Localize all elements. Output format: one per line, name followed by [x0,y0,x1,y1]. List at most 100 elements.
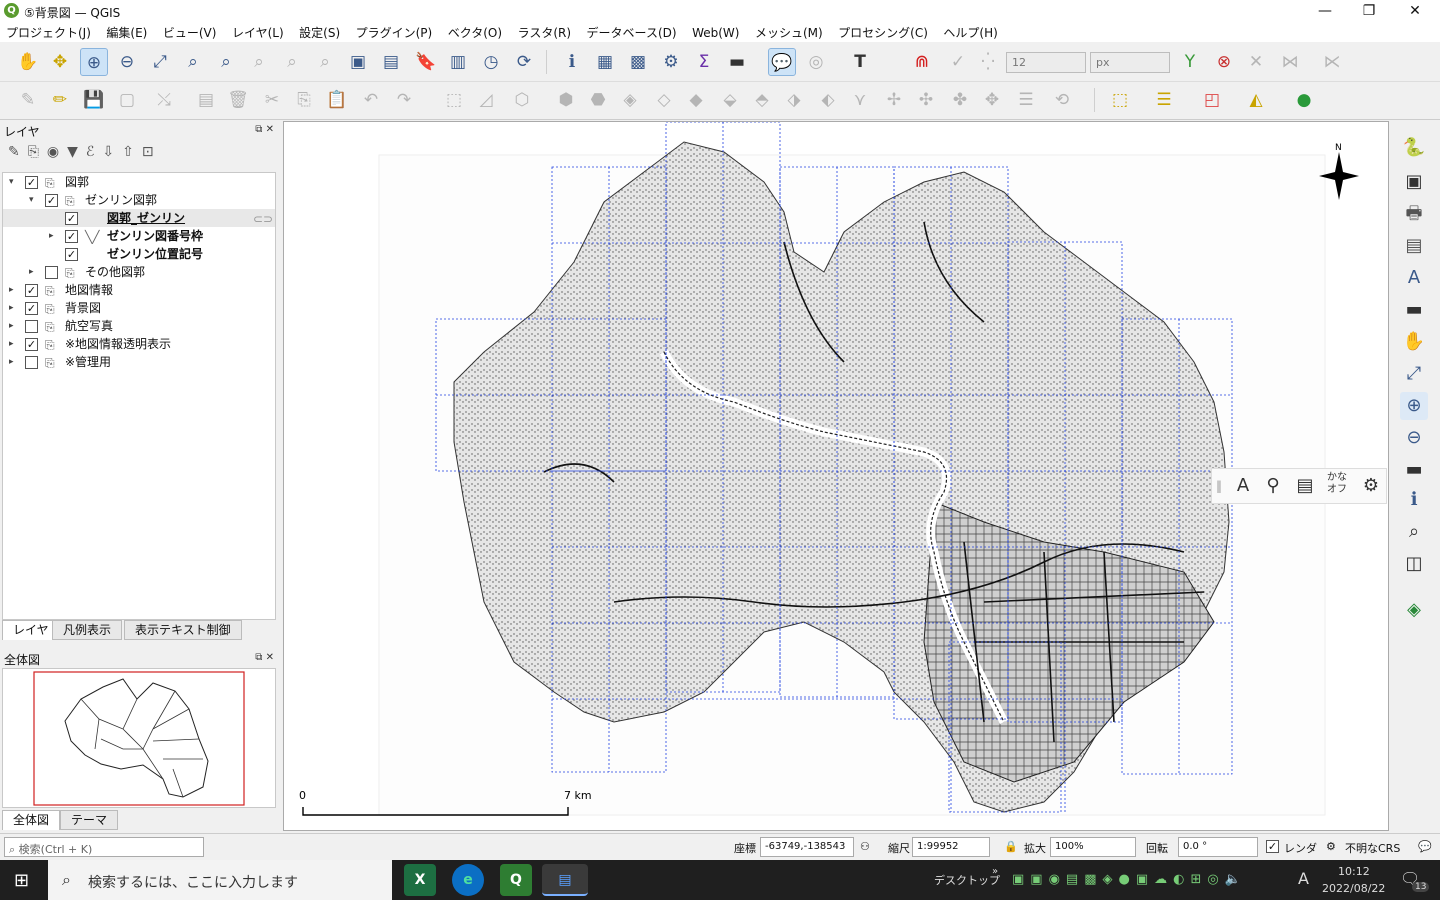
snapping-mode-icon[interactable]: ⁛ [974,48,1002,76]
label-text-tool[interactable]: T [846,48,874,76]
merge-features-icon[interactable]: ⬖ [814,86,842,114]
text-annotation-icon[interactable]: A [1230,473,1256,499]
symbol-size-spinbox[interactable]: 12 [1006,52,1086,73]
pan-hand-icon[interactable]: ✋ [14,48,42,76]
toggle-editing-icon[interactable]: ✏ [46,86,74,114]
menu-layer[interactable]: レイヤ(L) [226,22,290,43]
topological-editing-icon[interactable]: ✓ [944,48,972,76]
menu-vector[interactable]: ベクタ(O) [442,22,508,43]
save-edits-icon[interactable]: 💾 [80,86,108,114]
edit-annotation-icon[interactable]: ▤ [1292,473,1318,499]
ime-indicator[interactable]: A [1298,869,1309,888]
print-layout-icon[interactable]: ▤ [1400,232,1428,260]
menu-database[interactable]: データベース(D) [581,22,683,43]
snapping-magnet-icon[interactable]: ⋒ [908,48,936,76]
active-window-icon[interactable]: ▤ [542,864,588,896]
layer-tree[interactable]: ▾ ✓ ⎘ 図郭 ▾ ✓ ⎘ ゼンリン図郭 ✓ 図郭_ゼンリン ⊂⊃ ▸ ✓ ╲… [2,172,276,620]
clock-time[interactable]: 10:12 [1338,865,1370,878]
layer-checkbox[interactable] [25,356,38,369]
scale-combo[interactable]: 1:99952 [912,837,990,857]
tray-app-icons[interactable]: ▣▣◉▤▩◈●▣☁◐⊞◎🔈 [1012,872,1247,887]
collapse-arrow-icon[interactable]: ▾ [9,173,19,191]
menu-edit[interactable]: 編集(E) [100,22,153,43]
expand-arrow-icon[interactable]: ▸ [9,281,19,299]
messages-icon[interactable]: 💬 [1418,840,1432,853]
collapse-arrow-icon[interactable]: ▾ [29,191,39,209]
layer-item[interactable]: ▸ ⎘ 航空写真 [3,317,275,335]
layer-checkbox[interactable]: ✓ [25,284,38,297]
desktop-label[interactable]: デスクトップ [934,872,1000,888]
vertex-tool-icon[interactable]: ⤯ [150,86,178,114]
menu-web[interactable]: Web(W) [686,24,745,42]
measure-line-icon[interactable]: ▬ [723,48,751,76]
layer-checkbox[interactable]: ✓ [65,230,78,243]
undo-icon[interactable]: ↶ [357,86,385,114]
restore-button[interactable]: ❐ [1346,0,1392,22]
layer-item[interactable]: ▸ ✓ ╲╱ ゼンリン図番号枠 [3,227,275,245]
merge-attributes-icon[interactable]: ⋎ [846,86,874,114]
layer-checkbox[interactable]: ✓ [45,194,58,207]
magnifier-spinbox[interactable]: 100% [1050,837,1136,857]
zoom-out-icon[interactable]: ⊖ [113,48,141,76]
windows-start-icon[interactable]: ⊞ [14,870,29,891]
field-calculator-icon[interactable]: ▩ [624,48,652,76]
modify-attributes-icon[interactable]: ▤ [192,86,220,114]
zoom-last-icon[interactable]: ⌕ [278,48,306,76]
layer-item[interactable]: ▾ ✓ ⎘ ゼンリン図郭 [3,191,275,209]
expand-arrow-icon[interactable]: ▸ [49,227,59,245]
cut-features-icon[interactable]: ✂ [258,86,286,114]
menu-view[interactable]: ビュー(V) [157,22,223,43]
menu-plugins[interactable]: プラグイン(P) [350,22,439,43]
statistical-summary-icon[interactable]: Σ [690,48,718,76]
current-edits-icon[interactable]: ✎ [14,86,42,114]
add-ring-icon[interactable]: ◿ [472,86,500,114]
tab-label-control[interactable]: 表示テキスト制御 [124,620,242,640]
search-feature-icon[interactable]: ⌕ [1400,518,1428,546]
tab-overview[interactable]: 全体図 [2,810,61,830]
identify-right-icon[interactable]: ℹ [1400,486,1428,514]
tab-legend[interactable]: 凡例表示 [52,620,123,640]
delete-part-icon[interactable]: ◈ [616,86,644,114]
edge-app-icon[interactable]: e [452,864,484,896]
layer-checkbox[interactable]: ✓ [25,302,38,315]
menu-raster[interactable]: ラスタ(R) [512,22,577,43]
snapping-options-icon[interactable]: ⋈ [1276,48,1304,76]
kana-toggle-button[interactable]: かな オフ [1324,472,1350,498]
new-map-view-icon[interactable]: ▣ [344,48,372,76]
add-record-icon[interactable]: ▢ [113,86,141,114]
copy-features-icon[interactable]: ⎘ [290,86,318,114]
layer-checkbox[interactable]: ✓ [65,248,78,261]
chevron-up-icon[interactable]: » [992,866,998,877]
digitize-shape-icon[interactable]: ⬚ [440,86,468,114]
locator-search-input[interactable]: ⌕ 検索(Ctrl + K) [4,837,204,857]
menu-mesh[interactable]: メッシュ(M) [749,22,829,43]
overview-map[interactable] [2,668,276,808]
qgis-taskbar-icon[interactable]: Q [500,864,532,896]
offset-point-symbols-icon[interactable]: ✣ [912,86,940,114]
reverse-line-icon[interactable]: ⬙ [716,86,744,114]
rotate-feature-icon[interactable]: ⟲ [1048,86,1076,114]
paste-features-icon[interactable]: 📋 [323,86,351,114]
layer-checkbox[interactable]: ✓ [25,176,38,189]
taskbar-search[interactable]: ⌕ 検索するには、ここに入力します [48,860,392,900]
deselect-all-icon[interactable]: ◰ [1198,86,1226,114]
open-attribute-table-icon[interactable]: ▦ [591,48,619,76]
zoom-to-selection-icon[interactable]: ⌕ [179,48,207,76]
avoid-overlap-icon[interactable]: ✕ [1242,48,1270,76]
layers-stack-icon[interactable]: ◈ [1400,596,1428,624]
crs-label[interactable]: 不明なCRS [1345,840,1400,856]
layer-checkbox[interactable]: ✓ [25,338,38,351]
split-features-icon[interactable]: ⬘ [748,86,776,114]
zoom-to-layer-icon[interactable]: ⌕ [212,48,240,76]
hand-pan-icon[interactable]: ✋ [1400,328,1428,356]
layer-checkbox[interactable]: ✓ [65,212,78,225]
pan-to-selection-icon[interactable]: ✥ [46,48,74,76]
crs-icon[interactable]: ⚙ [1326,840,1336,853]
rotate-point-symbols-icon[interactable]: ✢ [880,86,908,114]
close-button[interactable]: ✕ [1392,0,1438,22]
settings-gear-icon[interactable]: ⚙ [1358,473,1384,499]
coordinate-toggle-icon[interactable]: ⚇ [860,840,870,853]
self-intersection-icon[interactable]: ⊗ [1210,48,1238,76]
map-tips-icon[interactable]: 💬 [768,48,796,76]
toolbar-grip-icon[interactable]: ‖ [1214,473,1224,499]
